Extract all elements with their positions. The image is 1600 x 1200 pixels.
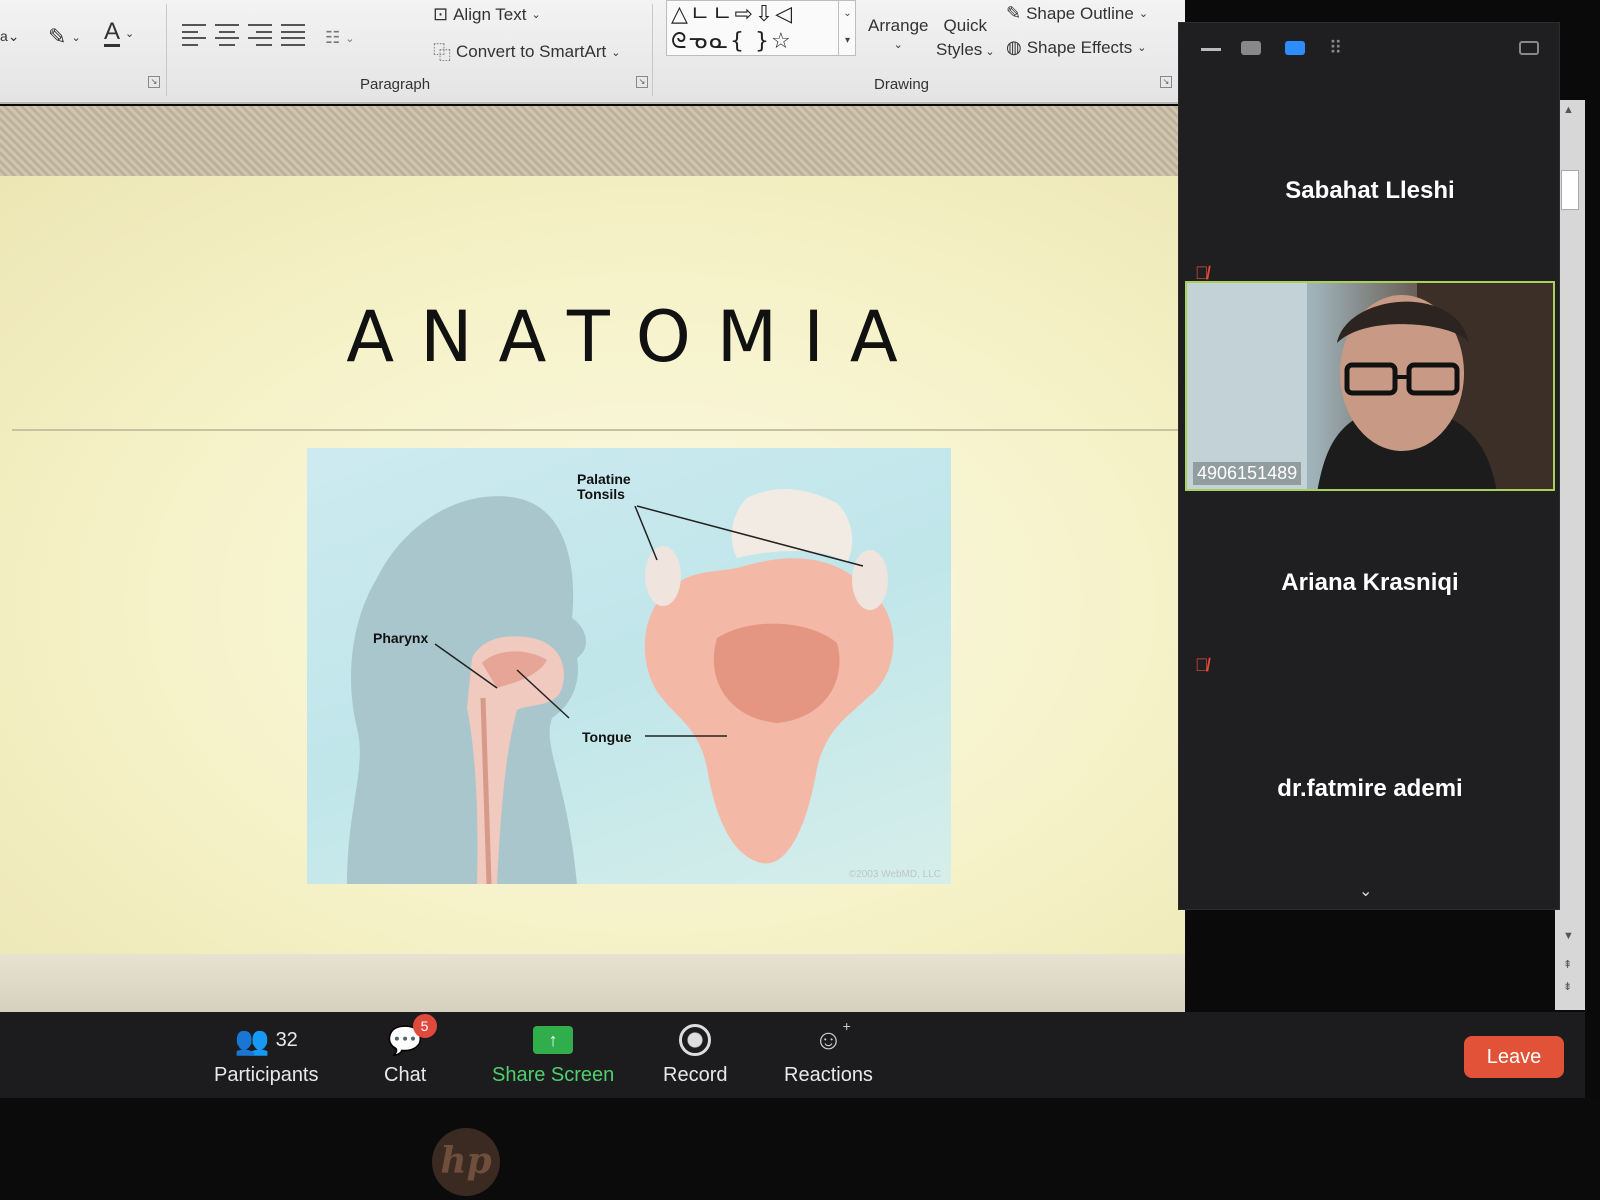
- drawing-dialog-launcher[interactable]: ↘: [1160, 76, 1172, 88]
- smartart-icon: ⿻: [433, 43, 451, 63]
- share-screen-button[interactable]: ↑ Share Screen: [492, 1020, 614, 1087]
- label-pharynx: Pharynx: [373, 630, 429, 646]
- hp-logo: hp: [432, 1128, 500, 1196]
- highlighter-icon: ✎: [48, 24, 67, 49]
- participant-tile[interactable]: Sabahat Lleshi 🎙̸: [1179, 77, 1561, 283]
- background-texture: [0, 106, 1185, 176]
- participants-label: Participants: [214, 1064, 319, 1086]
- panel-toolbar: ⠿: [1179, 23, 1559, 77]
- participant-name: Sabahat Lleshi: [1285, 177, 1455, 204]
- columns-icon: ☷: [325, 28, 341, 47]
- align-text-label: Align Text: [453, 4, 527, 24]
- next-slide-icon[interactable]: ⇟: [1563, 980, 1572, 993]
- group-separator: [166, 4, 167, 96]
- align-left-button[interactable]: [182, 24, 206, 46]
- anatomy-illustration: [347, 488, 894, 884]
- label-palatine-tonsils: Palatine Tonsils: [577, 471, 631, 502]
- slide-title: ANATOMIA: [346, 296, 924, 378]
- participant-video: [1187, 283, 1553, 489]
- shape-outline-icon: ✎: [1006, 3, 1022, 23]
- shape-effects-button[interactable]: ◍ Shape Effects ⌄: [1006, 37, 1146, 58]
- participant-name: dr.fatmire ademi: [1277, 775, 1463, 802]
- gallery-view-icon[interactable]: ⠿: [1329, 39, 1349, 57]
- participant-name: Ariana Krasniqi: [1281, 569, 1459, 596]
- quick-styles-button[interactable]: Quick Styles ⌄: [936, 16, 995, 60]
- participants-icon: 👥 32: [234, 1024, 298, 1056]
- highlight-color-button[interactable]: ✎ ⌄: [48, 24, 81, 50]
- chat-badge: 5: [412, 1014, 437, 1038]
- shapes-row: △ㄴㄴ⇨⇩◁: [671, 2, 795, 27]
- figure-credit: ©2003 WebMD, LLC: [848, 869, 941, 880]
- shape-outline-button[interactable]: ✎ Shape Outline ⌄: [1006, 3, 1148, 24]
- font-color-button[interactable]: A ⌄: [104, 20, 134, 47]
- chevron-down-icon: ⌄: [893, 39, 903, 51]
- align-text-icon: ⊡: [433, 4, 449, 24]
- minimize-icon[interactable]: [1201, 41, 1221, 51]
- justify-button[interactable]: [281, 24, 305, 46]
- participants-button[interactable]: 👥 32 Participants: [214, 1020, 319, 1087]
- columns-button[interactable]: ☷ ⌄: [325, 28, 354, 48]
- shape-effects-icon: ◍: [1006, 37, 1022, 57]
- scroll-up-icon[interactable]: ▲: [1563, 104, 1574, 116]
- share-screen-label: Share Screen: [492, 1064, 615, 1086]
- participant-video-tile[interactable]: 4906151489: [1185, 281, 1555, 491]
- shapes-row: ᘓᓀᓇ{ }☆: [671, 29, 793, 54]
- record-button[interactable]: Record: [663, 1020, 727, 1087]
- shape-outline-label: Shape Outline: [1026, 3, 1134, 23]
- gallery-more-button[interactable]: ⌄ ▾: [838, 0, 856, 56]
- speaker-view-icon[interactable]: [1241, 41, 1261, 55]
- quick-styles-label: Quick: [943, 16, 988, 35]
- font-size-dropdown[interactable]: a⌄: [0, 28, 20, 45]
- chat-button[interactable]: 💬 5 Chat: [384, 1014, 437, 1087]
- reactions-label: Reactions: [784, 1064, 873, 1086]
- participant-tile[interactable]: Ariana Krasniqi 🎙̸: [1179, 493, 1561, 693]
- drawing-group-label: Drawing: [874, 76, 930, 93]
- paragraph-group-label: Paragraph: [360, 76, 431, 93]
- align-center-button[interactable]: [215, 24, 239, 46]
- shape-effects-label: Shape Effects: [1026, 37, 1133, 57]
- arrange-label: Arrange: [868, 16, 929, 35]
- paragraph-dialog-launcher[interactable]: ↘: [636, 76, 648, 88]
- quick-styles-label-2: Styles: [936, 40, 983, 59]
- slide-divider: [12, 429, 1180, 431]
- share-screen-icon: ↑: [533, 1020, 574, 1060]
- strip-view-icon[interactable]: [1285, 41, 1305, 55]
- ribbon: a⌄ ✎ ⌄ A ⌄ ↘ ☷ ⌄ ⊡ Align Text ⌄ ⿻ Convert to…: [0, 0, 1185, 104]
- record-label: Record: [663, 1064, 728, 1086]
- anatomy-figure[interactable]: Palatine Tonsils Pharynx Tongue ©2003 We…: [307, 448, 951, 884]
- group-separator: [652, 4, 653, 96]
- scroll-down-icon[interactable]: ▼: [1563, 930, 1574, 942]
- record-icon: [679, 1020, 712, 1060]
- align-right-button[interactable]: [248, 24, 272, 46]
- font-dialog-launcher[interactable]: ↘: [148, 76, 160, 88]
- laptop-bezel: [0, 1098, 1600, 1200]
- participant-id-label: 4906151489: [1193, 462, 1302, 485]
- scrollbar-thumb[interactable]: [1561, 170, 1579, 210]
- leave-button[interactable]: Leave: [1464, 1036, 1564, 1078]
- align-text-button[interactable]: ⊡ Align Text ⌄: [433, 4, 541, 25]
- chat-icon: 💬 5: [388, 1014, 437, 1060]
- reactions-button[interactable]: ☺ + Reactions: [784, 1018, 873, 1087]
- meeting-controls-bar: 👥 32 Participants 💬 5 Chat ↑ Share Scree…: [0, 1012, 1585, 1098]
- font-color-icon: A: [104, 18, 121, 47]
- previous-slide-icon[interactable]: ⇞: [1563, 958, 1572, 971]
- slide-footer-area: [0, 954, 1185, 1012]
- exit-fullscreen-icon[interactable]: [1519, 41, 1539, 55]
- shapes-gallery[interactable]: △ㄴㄴ⇨⇩◁ ᘓᓀᓇ{ }☆: [666, 0, 856, 56]
- convert-smartart-button[interactable]: ⿻ Convert to SmartArt ⌄: [433, 39, 620, 65]
- alignment-buttons: [182, 24, 305, 46]
- chat-label: Chat: [384, 1064, 427, 1086]
- label-tongue: Tongue: [582, 729, 632, 745]
- arrange-button[interactable]: Arrange ⌄: [868, 16, 928, 51]
- video-panel: ⠿ Sabahat Lleshi 🎙̸ 4906151489 Ariana Kr…: [1178, 22, 1560, 910]
- reactions-icon: ☺ +: [814, 1018, 851, 1055]
- muted-mic-icon: 🎙̸: [1195, 655, 1209, 675]
- participant-tile[interactable]: dr.fatmire ademi: [1179, 693, 1561, 873]
- chevron-down-icon[interactable]: ⌄: [1359, 881, 1372, 901]
- participants-count: 32: [275, 1028, 298, 1051]
- convert-smartart-label: Convert to SmartArt: [456, 42, 607, 61]
